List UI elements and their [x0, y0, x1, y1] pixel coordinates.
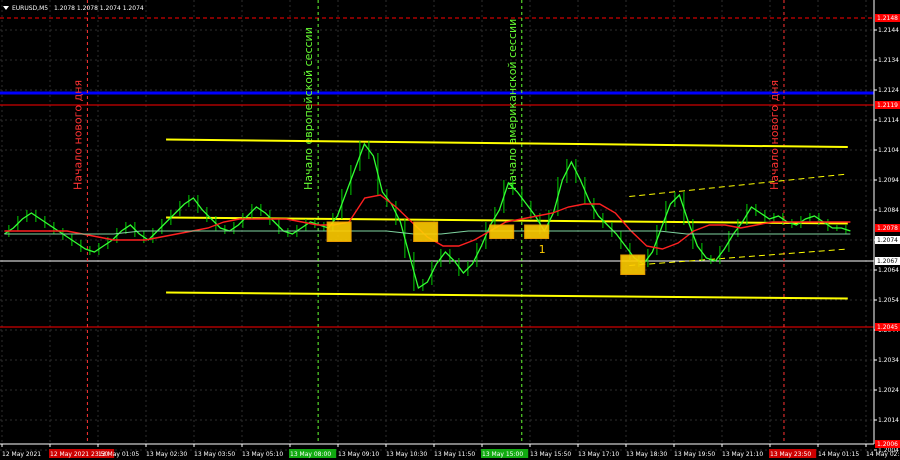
price-tick-label: 1.2064: [878, 267, 899, 274]
time-tick-label: 13 May 17:10: [578, 451, 619, 458]
time-tick-label: 13 May 15:00: [482, 451, 523, 458]
price-tick-label: 1.2094: [878, 177, 899, 184]
price-badge-label: 1.2078: [877, 225, 898, 232]
time-tick-label: 13 May 02:30: [146, 451, 187, 458]
time-tick-label: 13 May 15:50: [530, 451, 571, 458]
price-chart[interactable]: Начало нового дня Начало европейской сесс…: [0, 0, 900, 460]
price-badge-label: 1.2067: [877, 258, 898, 265]
time-tick-label: 13 May 18:30: [626, 451, 667, 458]
session-label: Начало американской сессии: [506, 19, 519, 190]
time-tick-label: 13 May 09:10: [338, 451, 379, 458]
session-label: Начало нового дня: [71, 80, 84, 190]
time-tick-label: 13 May 21:10: [722, 451, 763, 458]
time-tick-label: 13 May 01:05: [98, 451, 139, 458]
time-tick-label: 13 May 23:50: [770, 451, 811, 458]
time-tick-label: 13 May 11:50: [434, 451, 475, 458]
price-tick-label: 1.2104: [878, 147, 899, 154]
price-badge-label: 1.2074: [877, 237, 898, 244]
markers: 1: [539, 243, 546, 256]
price-tick-label: 1.2124: [878, 87, 899, 94]
price-badge-label: 1.2045: [877, 324, 898, 331]
signal-box: [413, 221, 439, 242]
session-label: Начало нового дня: [768, 80, 781, 190]
price-badge-label: 1.2119: [877, 102, 898, 109]
price-tick-label: 1.2024: [878, 387, 899, 394]
price-tick-label: 1.2054: [878, 297, 899, 304]
chart-symbol: EURUSD,M5: [12, 5, 48, 12]
time-tick-label: 13 May 05:10: [242, 451, 283, 458]
price-tick-label: 1.2134: [878, 57, 899, 64]
time-tick-label: 13 May 08:00: [290, 451, 331, 458]
time-tick-label: 14 May 02:35: [866, 451, 900, 458]
signal-box: [524, 224, 550, 239]
time-tick-label: 13 May 03:50: [194, 451, 235, 458]
price-tick-label: 1.2084: [878, 207, 899, 214]
signal-marker-label: 1: [539, 243, 546, 256]
signal-box: [489, 224, 515, 239]
price-badge-label: 1.2148: [877, 15, 898, 22]
time-tick-label: 13 May 10:30: [386, 451, 427, 458]
chart-window: Начало нового дня Начало европейской сесс…: [0, 0, 900, 460]
signal-box: [620, 254, 646, 275]
price-tick-label: 1.2014: [878, 417, 899, 424]
price-tick-label: 1.2034: [878, 357, 899, 364]
signal-box: [326, 221, 352, 242]
price-badge-label: 1.2006: [877, 441, 898, 448]
time-tick-label: 12 May 2021: [2, 451, 41, 458]
time-tick-label: 14 May 01:15: [818, 451, 859, 458]
price-tick-label: 1.2114: [878, 117, 899, 124]
price-tick-label: 1.2144: [878, 27, 899, 34]
chart-ohlc: 1.2078 1.2078 1.2074 1.2074: [54, 5, 144, 12]
session-label: Начало европейской сессии: [302, 27, 315, 190]
time-tick-label: 13 May 19:50: [674, 451, 715, 458]
